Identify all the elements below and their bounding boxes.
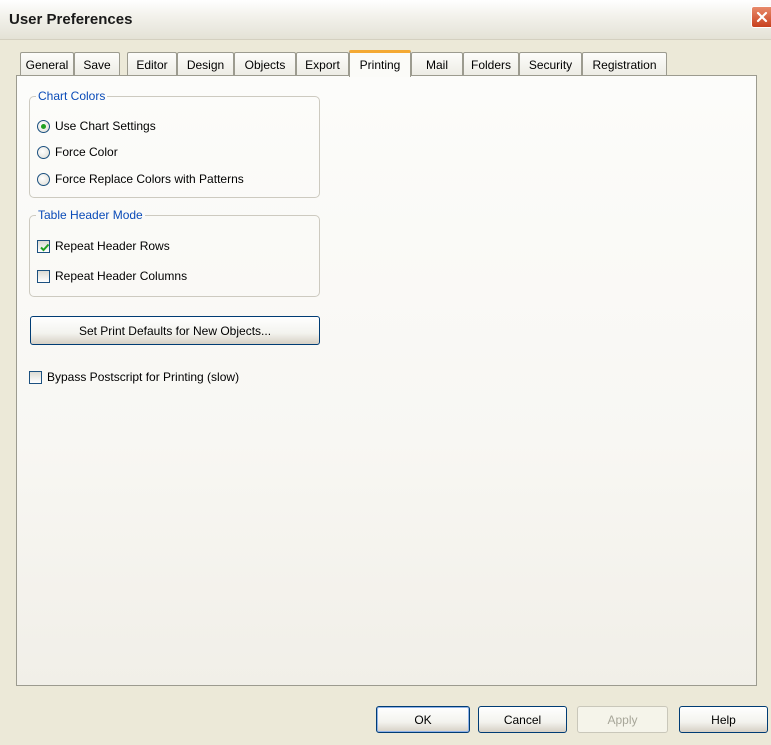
radio-force-color[interactable]: Force Color: [37, 145, 118, 159]
tab-folders[interactable]: Folders: [463, 52, 519, 76]
checkmark-icon: [40, 243, 50, 251]
set-print-defaults-button[interactable]: Set Print Defaults for New Objects...: [30, 316, 320, 345]
checkbox-label: Bypass Postscript for Printing (slow): [47, 370, 240, 384]
tab-printing[interactable]: Printing: [349, 50, 411, 77]
user-preferences-dialog: User Preferences General Save Editor Des…: [0, 0, 771, 745]
printing-tab-panel: Chart Colors Use Chart Settings Force Co…: [16, 75, 757, 686]
radio-label: Force Replace Colors with Patterns: [55, 172, 244, 186]
checkbox[interactable]: [29, 370, 42, 384]
checkbox-label: Repeat Header Columns: [55, 269, 188, 283]
table-header-mode-legend: Table Header Mode: [38, 208, 143, 222]
checkbox-repeat-header-columns[interactable]: Repeat Header Columns: [37, 269, 187, 283]
close-button[interactable]: [751, 6, 771, 28]
cancel-button[interactable]: Cancel: [478, 706, 567, 733]
dialog-title: User Preferences: [9, 11, 133, 28]
radio-button[interactable]: [37, 145, 50, 159]
apply-button[interactable]: Apply: [577, 706, 668, 733]
radio-label: Use Chart Settings: [55, 119, 156, 133]
radio-use-chart-settings[interactable]: Use Chart Settings: [37, 119, 156, 133]
tab-objects[interactable]: Objects: [234, 52, 296, 76]
radio-button[interactable]: [37, 172, 50, 186]
checkbox-checked[interactable]: [37, 239, 50, 253]
checkbox[interactable]: [37, 269, 50, 283]
checkbox-bypass-postscript[interactable]: Bypass Postscript for Printing (slow): [29, 370, 239, 384]
chart-colors-legend: Chart Colors: [38, 89, 106, 103]
ok-button[interactable]: OK: [376, 706, 470, 733]
radio-label: Force Color: [55, 145, 118, 159]
tab-general[interactable]: General: [20, 52, 74, 76]
radio-button-selected[interactable]: [37, 119, 50, 133]
checkbox-repeat-header-rows[interactable]: Repeat Header Rows: [37, 239, 170, 253]
radio-force-replace-colors[interactable]: Force Replace Colors with Patterns: [37, 172, 244, 186]
tab-save[interactable]: Save: [74, 52, 120, 76]
tab-design[interactable]: Design: [177, 52, 234, 76]
tab-editor[interactable]: Editor: [127, 52, 177, 76]
tab-export[interactable]: Export: [296, 52, 349, 76]
close-icon: [756, 11, 767, 23]
tab-mail[interactable]: Mail: [411, 52, 463, 76]
help-button[interactable]: Help: [679, 706, 768, 733]
title-bar[interactable]: User Preferences: [0, 0, 771, 40]
tab-strip: General Save Editor Design Objects Expor…: [16, 50, 756, 77]
tab-security[interactable]: Security: [519, 52, 582, 76]
checkbox-label: Repeat Header Rows: [55, 239, 170, 253]
tab-registration[interactable]: Registration: [582, 52, 667, 76]
